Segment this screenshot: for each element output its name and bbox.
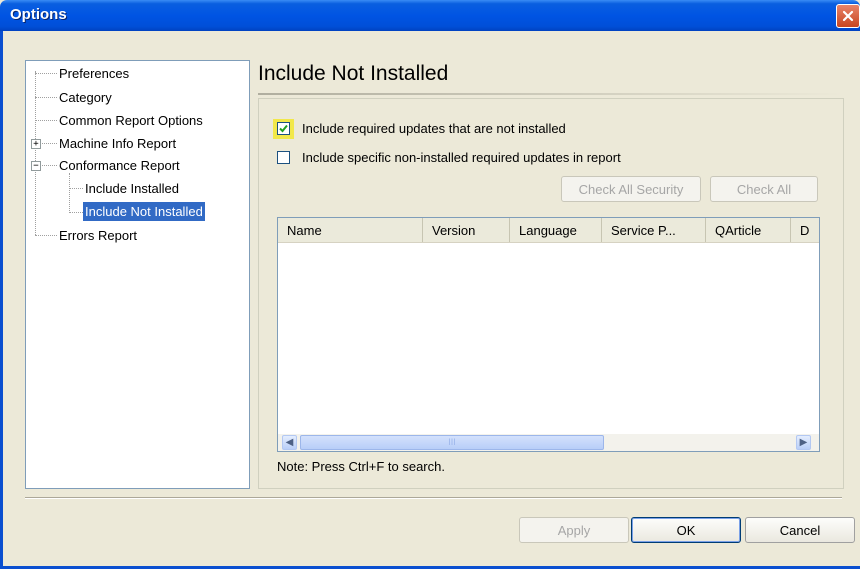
tree-item-common-report-options[interactable]: Common Report Options [59, 111, 203, 130]
ok-button[interactable]: OK [631, 517, 741, 543]
apply-button[interactable]: Apply [519, 517, 629, 543]
tree-line [69, 188, 83, 189]
tree-line [35, 97, 57, 98]
scroll-thumb[interactable]: III [300, 435, 604, 450]
page-title: Include Not Installed [258, 62, 449, 85]
tree-line [40, 165, 57, 166]
check-all-security-button[interactable]: Check All Security [561, 176, 701, 202]
close-icon [842, 10, 854, 22]
title-divider [258, 93, 843, 95]
tree-line [40, 143, 57, 144]
cancel-button[interactable]: Cancel [745, 517, 855, 543]
tree-line [69, 212, 83, 213]
check-all-button[interactable]: Check All [710, 176, 818, 202]
window-border-left [0, 31, 3, 569]
include-specific-updates-checkbox[interactable] [277, 151, 290, 164]
tree-line [35, 73, 57, 74]
checkmark-icon [279, 124, 288, 133]
tree-item-include-installed[interactable]: Include Installed [85, 179, 179, 198]
column-header-service-pack[interactable]: Service P... [602, 218, 706, 242]
column-header-name[interactable]: Name [278, 218, 423, 242]
window-title: Options [10, 6, 67, 23]
horizontal-scrollbar[interactable]: ◀ III ▶ [278, 434, 819, 451]
title-bar: Options [0, 0, 860, 31]
column-header-version[interactable]: Version [423, 218, 510, 242]
list-header: Name Version Language Service P... QArti… [278, 218, 819, 243]
scroll-grip-icon: III [448, 437, 456, 447]
include-specific-updates-label[interactable]: Include specific non-installed required … [302, 150, 621, 165]
tree-item-include-not-installed[interactable]: Include Not Installed [83, 202, 205, 221]
tree-item-conformance-report[interactable]: Conformance Report [59, 156, 180, 175]
include-required-updates-label[interactable]: Include required updates that are not in… [302, 121, 566, 136]
include-required-updates-checkbox[interactable] [277, 122, 290, 135]
tree-item-category[interactable]: Category [59, 88, 112, 107]
tree-line [35, 71, 36, 235]
collapse-icon[interactable]: − [31, 161, 41, 171]
tree-line [69, 173, 70, 213]
column-header-qarticle[interactable]: QArticle [706, 218, 791, 242]
column-header-language[interactable]: Language [510, 218, 602, 242]
tree-item-preferences[interactable]: Preferences [59, 64, 129, 83]
tree-item-errors-report[interactable]: Errors Report [59, 226, 137, 245]
updates-list[interactable]: Name Version Language Service P... QArti… [277, 217, 820, 452]
tree-item-machine-info-report[interactable]: Machine Info Report [59, 134, 176, 153]
tree-line [35, 235, 57, 236]
scroll-right-button[interactable]: ▶ [796, 435, 811, 450]
chevron-right-icon: ▶ [799, 437, 808, 448]
footer-divider [25, 497, 842, 499]
scroll-left-button[interactable]: ◀ [282, 435, 297, 450]
chevron-left-icon: ◀ [285, 437, 294, 448]
close-button[interactable] [836, 4, 860, 28]
options-tree[interactable]: + − Preferences Category Common Report O… [25, 60, 250, 489]
search-hint: Note: Press Ctrl+F to search. [277, 459, 445, 474]
column-header-d[interactable]: D [791, 218, 819, 242]
tree-line [35, 120, 57, 121]
expand-icon[interactable]: + [31, 139, 41, 149]
